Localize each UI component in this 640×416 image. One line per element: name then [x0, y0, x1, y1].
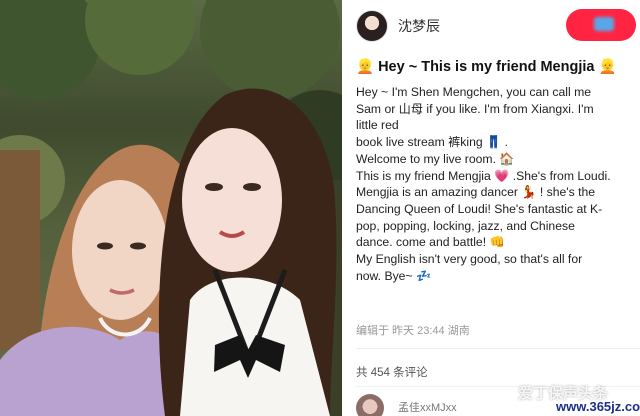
- post-body: Hey ~ I'm Shen Mengchen, you can call me…: [356, 84, 638, 284]
- commenter-name[interactable]: 孟佳xxMJxx: [398, 399, 457, 415]
- body-line: pop, popping, locking, jazz, and Chinese: [356, 218, 575, 233]
- post-header: 沈梦辰: [342, 0, 640, 50]
- post-title: 👱 Hey ~ This is my friend Mengjia 👱: [356, 59, 617, 75]
- author-name[interactable]: 沈梦辰: [398, 16, 440, 36]
- commenter-avatar[interactable]: [356, 394, 384, 416]
- post-edit-meta: 编辑于 昨天 23:44 湖南: [356, 325, 470, 337]
- watermark-url: www.365jz.com: [556, 399, 640, 414]
- body-line: This is my friend Mengjia 💗 .She's from …: [356, 168, 611, 183]
- body-line: Dancing Queen of Loudi! She's fantastic …: [356, 201, 603, 216]
- body-line: Mengjia is an amazing dancer 💃 ! she's t…: [356, 185, 596, 200]
- post-photo[interactable]: [0, 0, 342, 416]
- body-line: now. Bye~ 💤: [356, 268, 432, 283]
- photo-illustration: [0, 0, 342, 416]
- comment-count: 共 454 条评论: [356, 367, 428, 379]
- body-line: Hey ~ I'm Shen Mengchen, you can call me: [356, 85, 592, 99]
- author-avatar[interactable]: [356, 10, 388, 42]
- body-line: little red: [356, 118, 399, 133]
- divider: [356, 348, 640, 349]
- body-line: Welcome to my live room. 🏠: [356, 151, 515, 166]
- body-line: My English isn't very good, so that's al…: [356, 252, 583, 267]
- body-line: book live stream 裤king 👖 .: [356, 135, 508, 150]
- body-line: dance. come and battle! 👊: [356, 235, 505, 250]
- body-line: Sam or 山母 if you like. I'm from Xiangxi.…: [356, 101, 594, 116]
- follow-button-redacted-label: [594, 17, 614, 31]
- post-panel: 沈梦辰 👱 Hey ~ This is my friend Mengjia 👱 …: [342, 0, 640, 416]
